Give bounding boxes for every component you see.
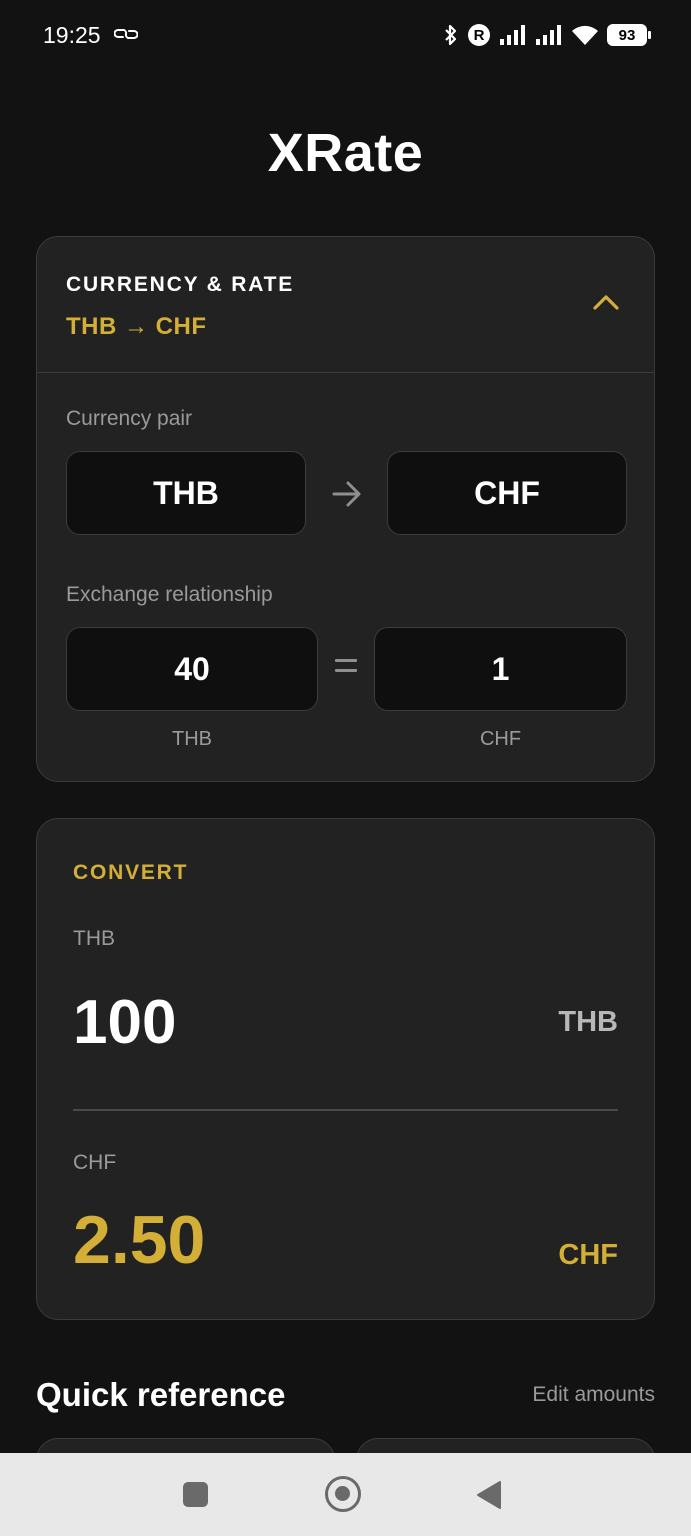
recents-button[interactable]: [183, 1482, 208, 1507]
convert-title: CONVERT: [73, 861, 189, 884]
amount-input[interactable]: 100: [73, 987, 176, 1058]
currency-rate-header[interactable]: CURRENCY & RATE THB → CHF: [37, 237, 654, 373]
home-button[interactable]: [325, 1476, 361, 1512]
roaming-badge-text: R: [474, 27, 485, 44]
link-icon: [114, 29, 138, 39]
quick-reference-title: Quick reference: [36, 1376, 286, 1413]
bluetooth-icon: [445, 24, 457, 46]
battery-indicator: 93: [607, 24, 651, 46]
arrow-right-icon: [332, 481, 361, 507]
status-time: 19:25: [43, 22, 101, 48]
to-unit-label: CHF: [479, 728, 522, 750]
to-currency-selector[interactable]: CHF: [387, 451, 627, 535]
converted-result: 2.50: [73, 1202, 206, 1278]
app-title: XRate: [267, 123, 424, 183]
currency-rate-card: CURRENCY & RATE THB → CHF Currency pair …: [36, 236, 655, 782]
back-button[interactable]: [476, 1480, 502, 1510]
output-unit-label: CHF: [558, 1239, 618, 1271]
from-amount-input[interactable]: 40: [66, 627, 318, 711]
equals-icon: [335, 659, 357, 675]
currency-rate-title: CURRENCY & RATE: [66, 273, 295, 296]
status-bar: 19:25 R 93: [0, 0, 691, 70]
convert-divider: [73, 1109, 618, 1111]
edit-amounts-link[interactable]: Edit amounts: [532, 1383, 655, 1407]
input-currency-label: THB: [73, 927, 115, 950]
status-icons: R 93: [443, 20, 651, 50]
wifi-icon: [572, 25, 598, 45]
exchange-relationship-label: Exchange relationship: [66, 583, 273, 606]
signal-icon-1: [500, 25, 525, 45]
currency-pair-summary: THB → CHF: [66, 313, 207, 340]
input-unit-label: THB: [558, 1006, 618, 1038]
convert-card: CONVERT THB 100 THB CHF 2.50 CHF: [36, 818, 655, 1320]
system-nav-bar: [0, 1453, 691, 1536]
from-unit-label: THB: [172, 728, 212, 750]
currency-pair-label: Currency pair: [66, 407, 193, 430]
to-amount-input[interactable]: 1: [374, 627, 627, 711]
roaming-badge-icon: R: [468, 24, 490, 46]
chevron-up-icon[interactable]: [592, 293, 620, 311]
output-currency-label: CHF: [73, 1151, 117, 1174]
from-currency-selector[interactable]: THB: [66, 451, 306, 535]
signal-icon-2: [536, 25, 561, 45]
